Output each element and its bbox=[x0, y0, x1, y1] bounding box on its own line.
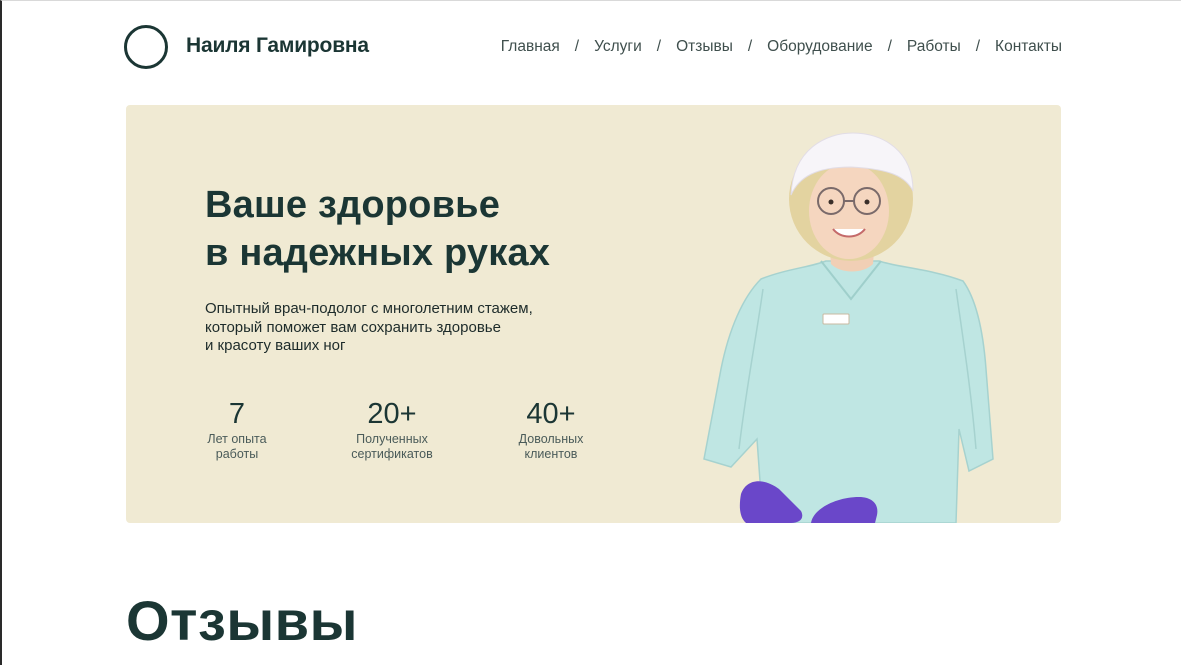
logo-circle-icon[interactable] bbox=[124, 25, 168, 69]
stat-label: клиентов bbox=[524, 447, 578, 461]
face-shape bbox=[809, 163, 889, 259]
hero-title-line: Ваше здоровье bbox=[205, 184, 501, 226]
stat-value: 7 bbox=[228, 398, 246, 430]
stat-value: 40+ bbox=[526, 398, 576, 430]
stat-experience: 7 Лет опыта работы bbox=[177, 396, 297, 462]
hero-subtitle-line: который поможет вам сохранить здоровье bbox=[205, 318, 501, 336]
nav-link-works[interactable]: Работы bbox=[907, 38, 961, 56]
nav-separator: / bbox=[656, 38, 662, 55]
nav-link-services[interactable]: Услуги bbox=[594, 38, 642, 56]
nav-separator: / bbox=[975, 38, 981, 55]
hero-title: Ваше здоровье в надежных руках bbox=[205, 181, 550, 277]
stat-certificates: 20+ Полученных сертификатов bbox=[332, 396, 452, 462]
nav-link-home[interactable]: Главная bbox=[501, 38, 560, 56]
name-badge bbox=[822, 313, 850, 325]
stat-label: Лет опыта bbox=[207, 432, 267, 446]
stat-clients: 40+ Довольных клиентов bbox=[491, 396, 611, 462]
stat-label: Довольных bbox=[518, 432, 584, 446]
site-header: Наиля Гамировна Главная / Услуги / Отзыв… bbox=[124, 25, 1062, 69]
nav-link-reviews[interactable]: Отзывы bbox=[676, 38, 733, 56]
doctor-photo bbox=[703, 132, 994, 523]
hero-section: Ваше здоровье в надежных руках Опытный в… bbox=[126, 105, 1061, 523]
nav-link-contacts[interactable]: Контакты bbox=[995, 38, 1062, 56]
brand-name[interactable]: Наиля Гамировна bbox=[186, 34, 369, 58]
reviews-title: Отзывы bbox=[126, 589, 358, 652]
nav-link-equipment[interactable]: Оборудование bbox=[767, 38, 872, 56]
hero-subtitle: Опытный врач-подолог с многолетним стаже… bbox=[205, 300, 533, 356]
stat-label: Полученных bbox=[356, 432, 428, 446]
stat-value: 20+ bbox=[367, 398, 417, 430]
stat-label: работы bbox=[215, 447, 259, 461]
hero-subtitle-line: Опытный врач-подолог с многолетним стаже… bbox=[205, 300, 533, 317]
main-nav: Главная / Услуги / Отзывы / Оборудование… bbox=[501, 38, 1062, 56]
stat-label: сертификатов bbox=[351, 447, 433, 461]
nav-separator: / bbox=[747, 38, 753, 55]
nav-separator: / bbox=[887, 38, 892, 55]
hero-subtitle-line: и красоту ваших ног bbox=[205, 337, 346, 354]
nav-separator: / bbox=[574, 38, 580, 55]
hero-title-line: в надежных руках bbox=[205, 232, 551, 274]
